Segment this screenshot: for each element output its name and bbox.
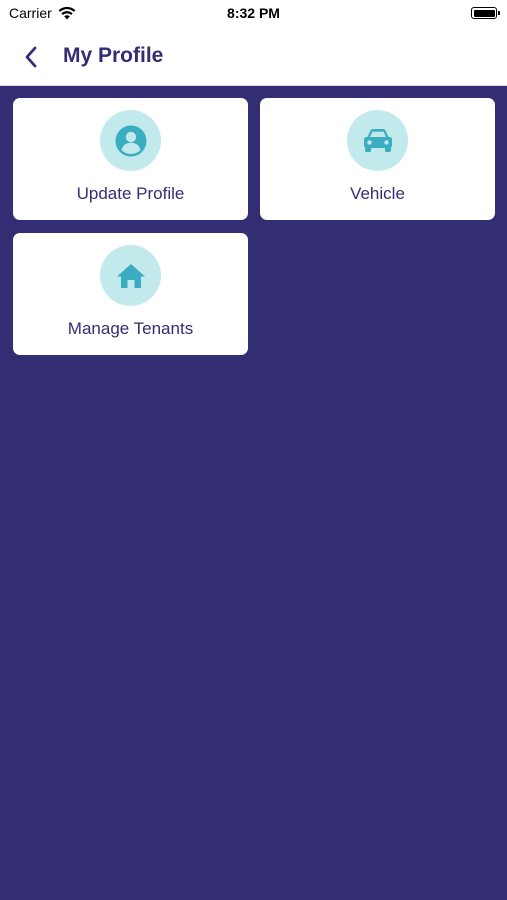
tile-label: Update Profile — [76, 184, 185, 203]
navigation-bar: My Profile — [0, 30, 507, 86]
status-bar: Carrier 8:32 PM — [0, 0, 507, 30]
icon-circle — [347, 110, 408, 171]
tile-label: Vehicle — [350, 184, 405, 203]
update-profile-tile[interactable]: Update Profile — [13, 98, 248, 220]
car-icon — [363, 128, 392, 152]
icon-circle — [100, 245, 161, 306]
house-icon — [116, 263, 145, 288]
vehicle-tile[interactable]: Vehicle — [260, 98, 495, 220]
user-circle-icon — [115, 125, 146, 156]
back-chevron-icon[interactable] — [20, 44, 44, 70]
page-title: My Profile — [63, 44, 164, 67]
battery-level — [473, 9, 495, 17]
icon-circle — [100, 110, 161, 171]
battery-icon — [471, 7, 500, 19]
status-time: 8:32 PM — [227, 5, 280, 21]
tile-label: Manage Tenants — [67, 319, 194, 338]
manage-tenants-tile[interactable]: Manage Tenants — [13, 233, 248, 355]
